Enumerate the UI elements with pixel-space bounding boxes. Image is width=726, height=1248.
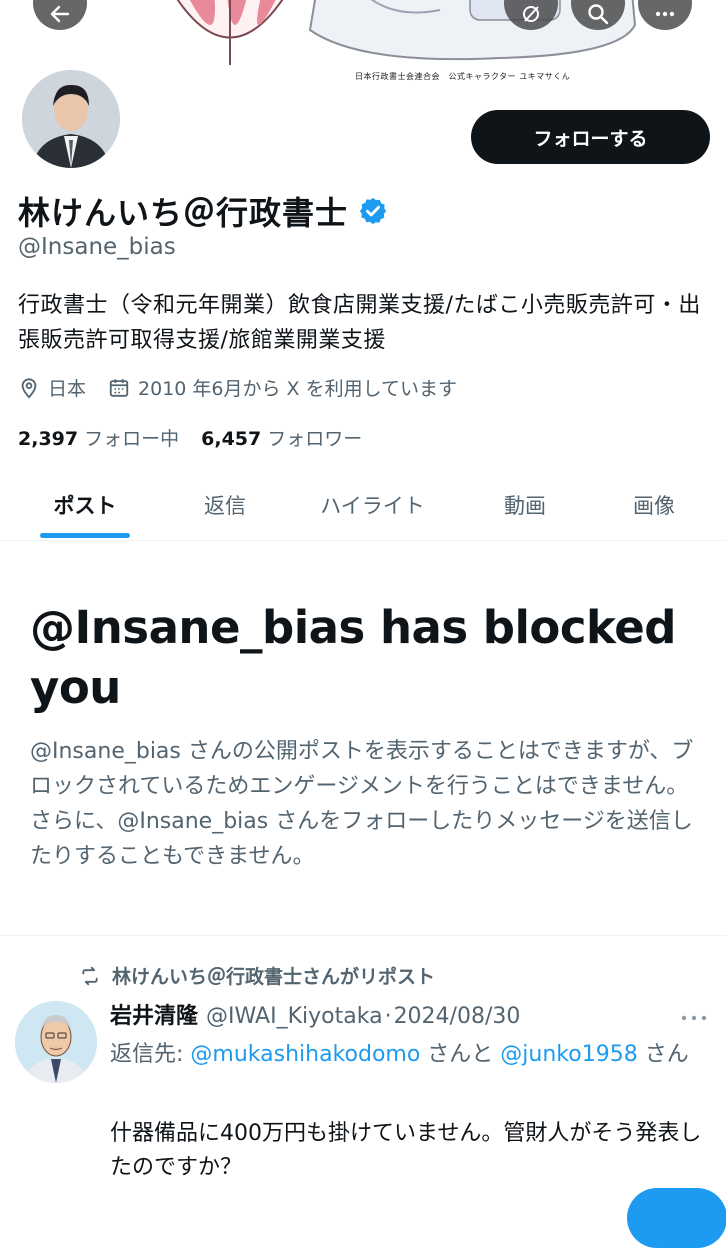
reply-prefix: 返信先:	[110, 1042, 191, 1067]
reply-user-link-1[interactable]: @mukashihakodomo	[190, 1042, 420, 1067]
tweet-author-avatar[interactable]	[15, 1001, 97, 1083]
tweet-author-handle[interactable]: @IWAI_Kiyotaka	[206, 1004, 383, 1029]
compose-post-button[interactable]	[627, 1188, 726, 1248]
display-name-text: 林けんいち＠行政書士	[18, 194, 349, 232]
reply-user-link-2[interactable]: @junko1958	[500, 1042, 637, 1067]
more-icon	[655, 11, 675, 17]
back-arrow-icon	[50, 5, 70, 23]
tweet-more-icon	[681, 1015, 707, 1021]
followers-label: フォロワー	[267, 428, 363, 450]
reply-mid: さんと	[420, 1042, 501, 1067]
location-item: 日本	[18, 374, 86, 401]
tab-posts[interactable]: ポスト	[20, 470, 150, 540]
joined-item: 2010 年6月から X を利用しています	[108, 374, 457, 401]
location-pin-icon	[21, 377, 37, 398]
tab-images[interactable]: 画像	[595, 470, 713, 540]
banner-umbrella-illustration	[176, 0, 284, 65]
blocked-title: @Insane_bias has blocked you	[30, 601, 676, 714]
blocked-description: @Insane_bias さんの公開ポストを表示することはできますが、ブロックさ…	[30, 739, 694, 869]
verified-badge-icon[interactable]	[358, 196, 388, 226]
profile-avatar[interactable]	[18, 66, 124, 172]
joined-text: 2010 年6月から X を利用しています	[138, 378, 458, 400]
profile-meta: 日本 2010 年6月から X を利用しています	[18, 374, 479, 401]
followers-link[interactable]: 6,457 フォロワー	[201, 424, 362, 451]
banner-caption: 日本行政書士会連合会 公式キャラクター ユキマサくん	[355, 72, 571, 81]
repost-indicator[interactable]: 林けんいち＠行政書士さんがリポスト	[80, 962, 435, 989]
profile-stats: 2,397 フォロー中 6,457 フォロワー	[18, 424, 384, 451]
following-link[interactable]: 2,397 フォロー中	[18, 424, 179, 451]
location-text: 日本	[48, 378, 87, 400]
following-count: 2,397	[18, 428, 79, 450]
avatar-portrait	[22, 70, 120, 168]
reply-suffix: さん	[637, 1042, 689, 1067]
search-icon	[588, 4, 609, 25]
repost-icon	[82, 966, 98, 985]
profile-banner: 日本行政書士会連合会 公式キャラクター ユキマサくん	[0, 0, 726, 95]
tweet-avatar-illustration	[15, 1001, 97, 1083]
reply-to-line: 返信先: @mukashihakodomo さんと @junko1958 さん	[110, 1038, 710, 1072]
profile-tabs: ポスト 返信 ハイライト 動画 画像	[0, 470, 726, 541]
tab-videos[interactable]: 動画	[460, 470, 590, 540]
calendar-icon	[109, 378, 129, 397]
followers-count: 6,457	[201, 428, 262, 450]
more-button[interactable]	[638, 0, 692, 30]
tweet-header: 岩井清隆 @IWAI_Kiyotaka · 2024/08/30	[110, 998, 520, 1030]
back-button[interactable]	[33, 0, 87, 30]
profile-bio: 行政書士（令和元年開業）飲食店開業支援/たばこ小売販売許可・出張販売許可取得支援…	[18, 293, 701, 353]
grok-icon	[523, 6, 539, 22]
following-label: フォロー中	[84, 428, 180, 450]
profile-handle: @Insane_bias	[18, 234, 176, 260]
active-tab-indicator	[40, 533, 130, 538]
tweet-separator: ·	[384, 1004, 392, 1029]
tab-highlights[interactable]: ハイライト	[295, 470, 450, 540]
tweet-body: 什器備品に400万円も掛けていません。管財人がそう発表したのですか？	[110, 1121, 702, 1180]
repost-label: 林けんいち＠行政書士さんがリポスト	[112, 966, 436, 988]
tab-replies[interactable]: 返信	[165, 470, 285, 540]
tweet-date[interactable]: 2024/08/30	[394, 1004, 521, 1029]
profile-display-name: 林けんいち＠行政書士	[18, 188, 388, 234]
tweet-author-name[interactable]: 岩井清隆	[110, 998, 198, 1030]
tweet-more-button[interactable]	[680, 1008, 708, 1027]
follow-button[interactable]: フォローする	[471, 110, 710, 164]
section-divider	[0, 935, 726, 936]
